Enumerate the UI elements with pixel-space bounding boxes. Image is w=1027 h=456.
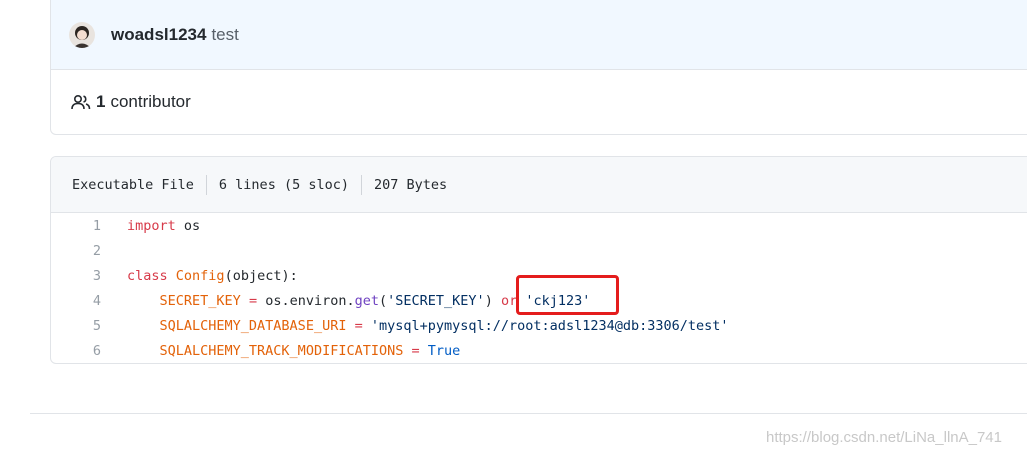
code-token: os <box>175 217 201 234</box>
code-line: 2 <box>51 238 1027 263</box>
code-token: = <box>248 292 258 309</box>
code-token: ( <box>379 292 388 309</box>
commit-header: woadsl1234 test <box>51 0 1027 70</box>
code-token: 'SECRET_KEY' <box>387 292 485 309</box>
code-token: class <box>127 267 168 284</box>
line-number[interactable]: 6 <box>51 343 101 359</box>
code-token: ) <box>484 292 501 309</box>
divider <box>360 174 362 195</box>
code-token: = <box>354 317 363 334</box>
user-avatar[interactable] <box>69 21 95 48</box>
code-token: os.environ. <box>257 292 355 309</box>
line-number[interactable]: 3 <box>51 268 101 284</box>
contributors-row[interactable]: 1 contributor <box>51 70 1027 134</box>
file-box: Executable File 6 lines (5 sloc) 207 Byt… <box>50 156 1027 364</box>
line-content: SQLALCHEMY_TRACK_MODIFICATIONS = True <box>127 342 461 359</box>
code-token: or <box>500 292 518 309</box>
line-number[interactable]: 1 <box>51 218 101 234</box>
contributors-count: 1 <box>96 92 106 111</box>
code-line: 5 SQLALCHEMY_DATABASE_URI = 'mysql+pymys… <box>51 313 1027 338</box>
code-token: SECRET_KEY <box>159 292 241 309</box>
code-token: SQLALCHEMY_DATABASE_URI <box>159 317 347 334</box>
file-type: Executable File <box>72 176 194 193</box>
line-content: SQLALCHEMY_DATABASE_URI = 'mysql+pymysql… <box>127 318 729 334</box>
file-size: 207 Bytes <box>373 176 448 193</box>
people-icon <box>71 94 91 110</box>
commit-box: woadsl1234 test 1 contributor <box>50 0 1027 135</box>
commit-message[interactable]: test <box>211 25 238 45</box>
line-number[interactable]: 5 <box>51 318 101 334</box>
highlight-annotation-box <box>516 275 619 315</box>
code-line: 6 SQLALCHEMY_TRACK_MODIFICATIONS = True <box>51 338 1027 363</box>
code-token: (object): <box>224 267 298 284</box>
line-number[interactable]: 2 <box>51 243 101 259</box>
avatar-icon <box>69 21 95 48</box>
line-content: import os <box>127 218 200 234</box>
code-token: import <box>127 217 176 234</box>
divider <box>30 413 1027 414</box>
code-token: True <box>427 342 461 359</box>
commit-author-link[interactable]: woadsl1234 <box>111 25 206 45</box>
code-line: 1 import os <box>51 213 1027 238</box>
code-token: get <box>354 292 380 309</box>
code-token: Config <box>175 267 225 284</box>
line-number[interactable]: 4 <box>51 293 101 309</box>
code-token: = <box>411 342 420 359</box>
watermark: https://blog.csdn.net/LiNa_llnA_741 <box>766 429 1002 446</box>
code-token: 'mysql+pymysql://root:adsl1234@db:3306/t… <box>370 317 729 334</box>
contributors-label: contributor <box>110 92 191 111</box>
divider <box>205 174 207 195</box>
line-content: class Config(object): <box>127 268 298 284</box>
file-info-bar: Executable File 6 lines (5 sloc) 207 Byt… <box>51 157 1027 213</box>
code-token: SQLALCHEMY_TRACK_MODIFICATIONS <box>159 342 404 359</box>
file-lines: 6 lines (5 sloc) <box>218 176 349 193</box>
